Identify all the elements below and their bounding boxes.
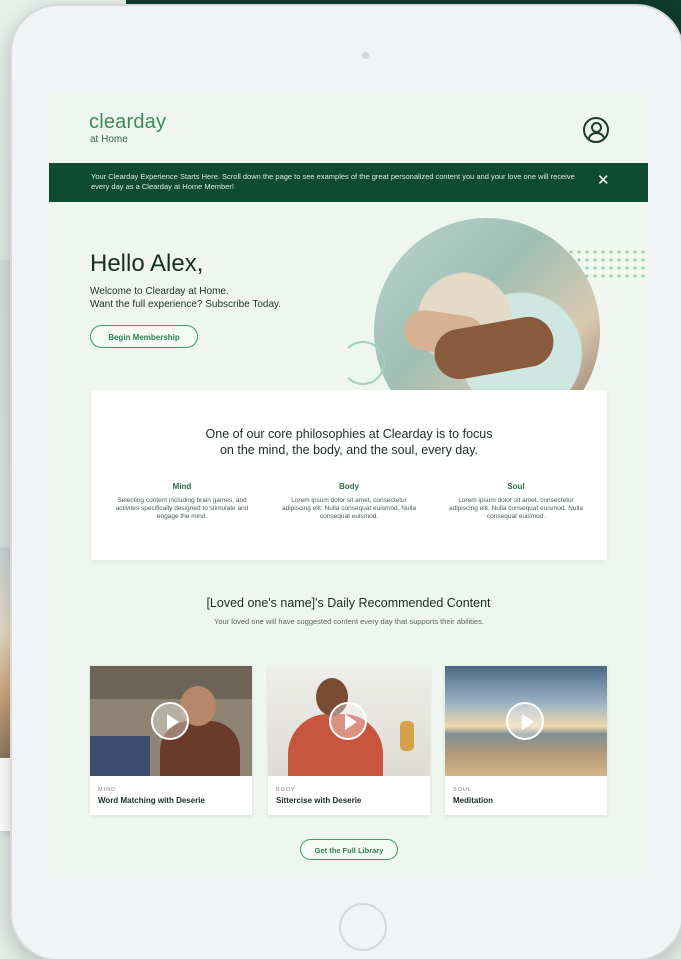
camera-dot <box>362 52 369 59</box>
column-text: Selecting content including brain games,… <box>115 497 249 520</box>
philosophy-column-soul: Soul Lorem ipsum dolor sit amet, consect… <box>446 482 586 521</box>
philosophy-title-line-1: One of our core philosophies at Clearday… <box>205 427 493 441</box>
greeting: Hello Alex, <box>90 250 204 277</box>
logo-subtitle: at Home <box>90 134 128 145</box>
play-icon[interactable] <box>151 702 189 740</box>
card-category: BODY <box>276 787 296 793</box>
column-heading: Soul <box>507 482 525 491</box>
card-title[interactable]: Meditation <box>453 796 493 805</box>
column-text: Lorem ipsum dolor sit amet, consectetur … <box>281 497 417 520</box>
welcome-line-2: Want the full experience? Subscribe Toda… <box>90 299 282 310</box>
site-header: clearday at Home <box>49 93 648 163</box>
video-thumbnail[interactable] <box>268 666 430 776</box>
welcome-line-1: Welcome to Clearday at Home. <box>90 286 229 297</box>
column-heading: Body <box>339 482 359 491</box>
philosophy-column-mind: Mind Selecting content including brain g… <box>112 482 252 521</box>
card-title[interactable]: Sittercise with Deserie <box>276 796 361 805</box>
welcome-text: Welcome to Clearday at Home. Want the fu… <box>90 285 281 311</box>
content-card-body[interactable]: BODY Sittercise with Deserie <box>268 666 430 815</box>
content-card-mind[interactable]: MIND Word Matching with Deserie <box>90 666 252 815</box>
welcome-banner: Your Clearday Experience Starts Here. Sc… <box>49 163 648 202</box>
banner-text: Your Clearday Experience Starts Here. Sc… <box>91 172 575 191</box>
card-title[interactable]: Word Matching with Deserie <box>98 796 205 805</box>
tablet-screen: clearday at Home Your Clearday Experienc… <box>49 93 648 873</box>
philosophy-title-line-2: on the mind, the body, and the soul, eve… <box>219 443 479 457</box>
card-category: MIND <box>98 787 117 793</box>
close-icon[interactable]: ✕ <box>597 171 610 191</box>
video-thumbnail[interactable] <box>445 666 607 776</box>
play-icon[interactable] <box>329 702 367 740</box>
content-card-soul[interactable]: SOUL Meditation <box>445 666 607 815</box>
daily-content-title: [Loved one's name]'s Daily Recommended C… <box>206 596 491 610</box>
decorative-swirl <box>341 341 385 385</box>
video-thumbnail[interactable] <box>90 666 252 776</box>
philosophy-title: One of our core philosophies at Clearday… <box>91 426 607 458</box>
account-icon[interactable] <box>583 117 609 143</box>
logo[interactable]: clearday <box>89 111 166 134</box>
philosophy-card: One of our core philosophies at Clearday… <box>91 390 607 560</box>
card-category: SOUL <box>453 787 472 793</box>
daily-content-subtitle: Your loved one will have suggested conte… <box>214 617 484 626</box>
column-text: Lorem ipsum dolor sit amet, consectetur … <box>448 497 584 520</box>
column-heading: Mind <box>172 482 192 491</box>
home-button[interactable] <box>339 903 387 951</box>
philosophy-column-body: Body Lorem ipsum dolor sit amet, consect… <box>279 482 419 521</box>
play-icon[interactable] <box>506 702 544 740</box>
begin-membership-button[interactable]: Begin Membership <box>90 325 198 348</box>
get-library-button[interactable]: Get the Full Library <box>300 839 398 860</box>
